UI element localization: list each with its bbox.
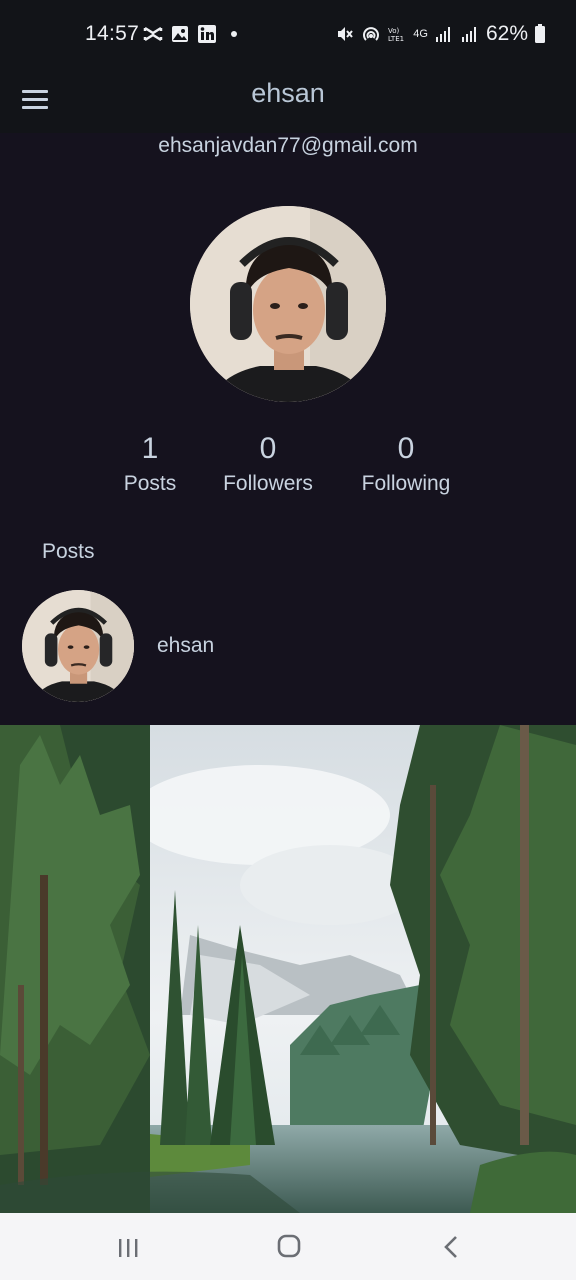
home-button[interactable] <box>268 1229 308 1265</box>
posts-heading: Posts <box>42 540 95 563</box>
post-photo <box>0 725 576 1213</box>
followers-count: 0 <box>259 432 277 465</box>
battery-percent: 62% <box>485 22 528 45</box>
gallery-icon <box>172 26 188 42</box>
volte-icon: Vo)LTE1 <box>388 27 404 43</box>
followers-label: Followers <box>223 472 313 495</box>
home-icon <box>277 1234 301 1258</box>
following-count: 0 <box>397 432 415 465</box>
notification-icons <box>143 24 244 44</box>
post-image[interactable] <box>0 725 576 1213</box>
stat-following[interactable]: 0 Following <box>331 432 481 496</box>
status-time: 14:57 <box>85 22 140 45</box>
status-bar: 14:57 Vo) LTE1 4G 62% <box>0 0 576 68</box>
page-title: ehsan <box>251 78 325 108</box>
linkedin-icon <box>198 25 216 43</box>
network-label: 4G <box>413 27 428 40</box>
profile-email: ehsanjavdan77@gmail.com <box>158 134 418 157</box>
mute-icon <box>338 27 354 41</box>
system-nav-bar <box>0 1213 576 1280</box>
stat-followers[interactable]: 0 Followers <box>193 432 343 496</box>
profile-avatar[interactable] <box>190 206 386 402</box>
following-label: Following <box>361 472 451 495</box>
profile-photo <box>190 206 386 402</box>
signal-icon <box>435 27 450 42</box>
post-author-name[interactable]: ehsan <box>157 634 214 658</box>
back-icon <box>444 1236 457 1258</box>
system-icons: Vo) LTE1 4G 62% <box>335 22 546 46</box>
capcut-icon <box>143 26 163 42</box>
post-author-photo <box>22 590 134 702</box>
recent-apps-button[interactable] <box>108 1229 148 1265</box>
svg-text:Vo): Vo) <box>388 27 400 35</box>
dot-icon <box>231 31 237 37</box>
svg-text:LTE1: LTE1 <box>388 35 404 43</box>
signal-icon-2 <box>461 27 476 42</box>
hotspot-icon <box>363 27 380 41</box>
back-button[interactable] <box>430 1229 470 1265</box>
app-bar: ehsan <box>0 68 576 133</box>
battery-icon <box>535 24 545 43</box>
recent-apps-icon <box>119 1239 138 1257</box>
post-author-avatar[interactable] <box>22 590 134 702</box>
